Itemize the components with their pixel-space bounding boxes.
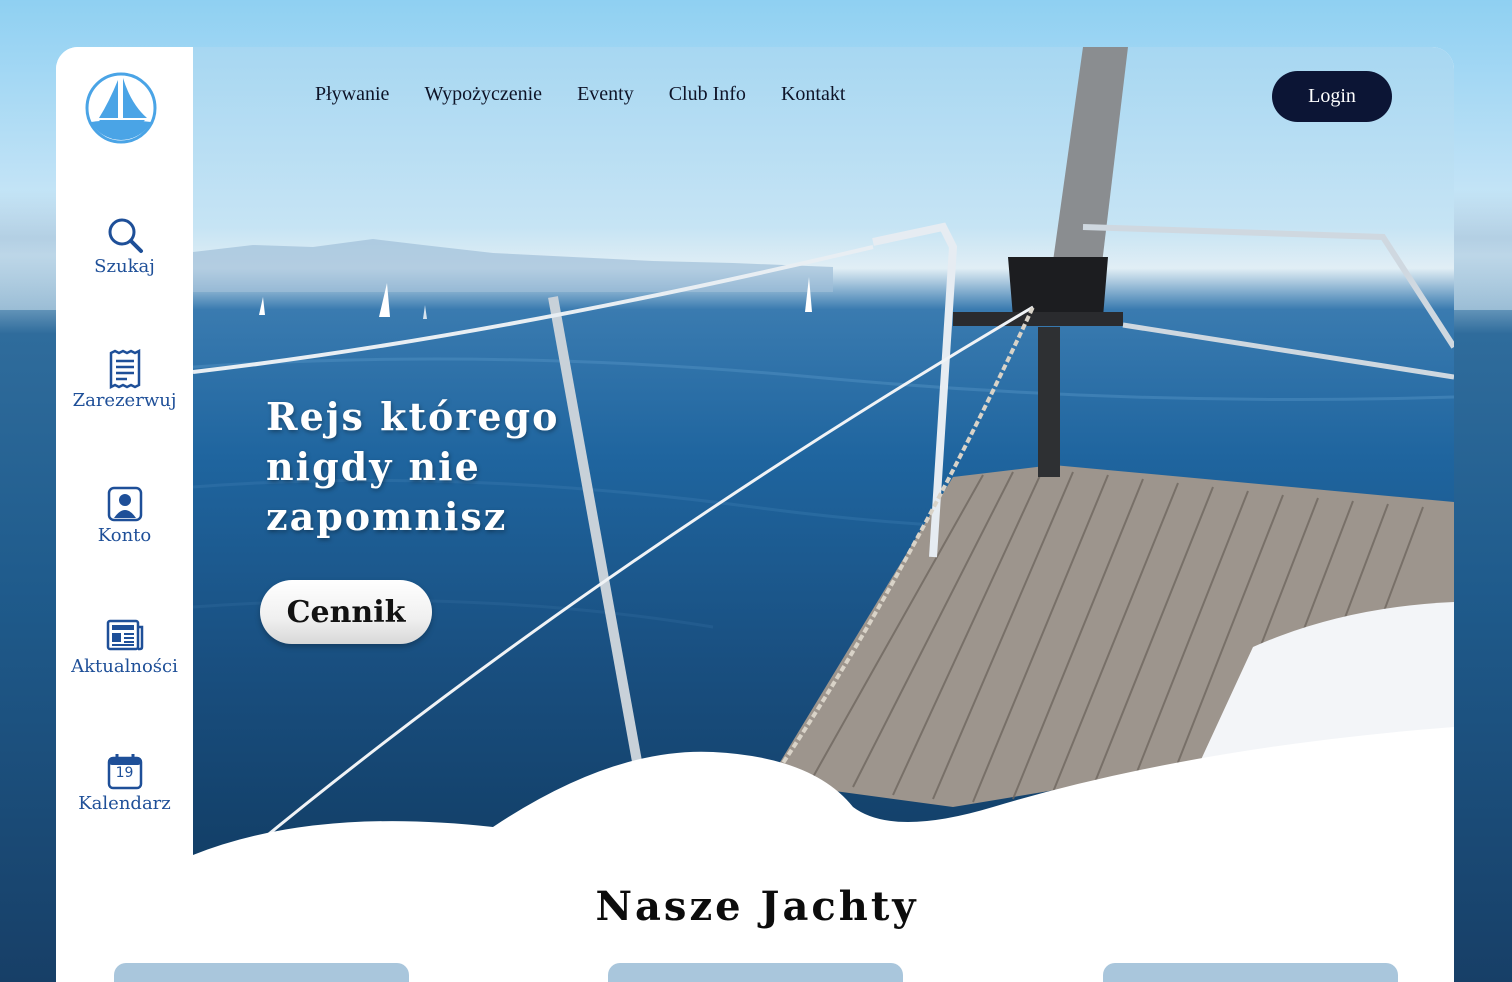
top-nav: Pływanie Wypożyczenie Eventy Club Info K… xyxy=(315,83,845,109)
sidebar-item-konto[interactable]: Konto xyxy=(56,484,193,546)
login-button[interactable]: Login xyxy=(1272,71,1392,122)
receipt-icon xyxy=(109,349,140,389)
hero-headline-line: Rejs którego xyxy=(266,394,560,439)
sidebar-item-szukaj[interactable]: Szukaj xyxy=(56,215,193,277)
yacht-card[interactable] xyxy=(114,963,409,982)
nav-link-plywanie[interactable]: Pływanie xyxy=(315,83,389,109)
section-title-yachts: Nasze Jachty xyxy=(595,883,919,930)
main-card: Pływanie Wypożyczenie Eventy Club Info K… xyxy=(56,47,1454,982)
sidebar: Szukaj Zarezerwuj Konto Aktualności 19 K… xyxy=(56,47,193,982)
yacht-card[interactable] xyxy=(608,963,903,982)
sidebar-item-label: Konto xyxy=(97,525,152,546)
sidebar-item-label: Kalendarz xyxy=(78,793,171,814)
sidebar-item-zarezerwuj[interactable]: Zarezerwuj xyxy=(56,349,193,411)
nav-link-club-info[interactable]: Club Info xyxy=(669,83,746,109)
nav-link-wypozyczenie[interactable]: Wypożyczenie xyxy=(424,83,542,109)
account-icon xyxy=(107,486,142,522)
yacht-card[interactable] xyxy=(1103,963,1398,982)
sidebar-item-label: Zarezerwuj xyxy=(72,390,177,411)
nav-link-eventy[interactable]: Eventy xyxy=(577,83,634,109)
hero-headline-line: nigdy nie xyxy=(266,444,481,489)
hero-section: Pływanie Wypożyczenie Eventy Club Info K… xyxy=(193,47,1454,867)
search-icon xyxy=(108,218,143,253)
sidebar-item-label: Szukaj xyxy=(94,256,155,277)
sidebar-item-aktualnosci[interactable]: Aktualności xyxy=(56,615,193,677)
calendar-day-number: 19 xyxy=(115,765,134,781)
newspaper-icon xyxy=(106,619,143,651)
sidebar-item-label: Aktualności xyxy=(71,656,178,677)
hero-headline-line: zapomnisz xyxy=(266,494,508,539)
calendar-icon: 19 xyxy=(105,752,145,792)
nav-link-kontakt[interactable]: Kontakt xyxy=(781,83,845,109)
sailboat-logo-icon[interactable] xyxy=(85,72,157,144)
hero-headline: Rejs którego nigdy nie zapomnisz xyxy=(266,392,586,542)
sidebar-item-kalendarz[interactable]: 19 Kalendarz xyxy=(56,752,193,814)
pricing-button[interactable]: Cennik xyxy=(260,580,432,644)
